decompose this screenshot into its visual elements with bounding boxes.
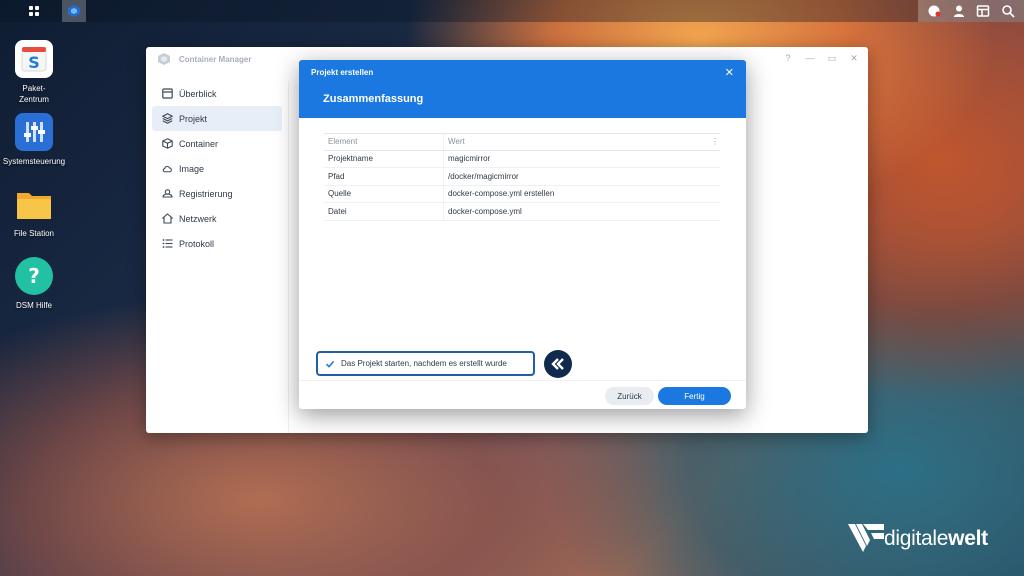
desktop-icon-file-station[interactable]: File Station <box>0 185 70 239</box>
sidebar-item-label: Projekt <box>179 113 208 124</box>
control-panel-icon <box>15 113 53 151</box>
widgets-icon[interactable] <box>975 3 991 19</box>
start-project-checkbox[interactable]: Das Projekt starten, nachdem es erstellt… <box>316 351 535 376</box>
sidebar-item-label: Protokoll <box>179 238 215 249</box>
notification-icon[interactable] <box>926 3 942 19</box>
sidebar-item-registry[interactable]: Registrierung <box>152 181 282 206</box>
dialog-heading: Zusammenfassung <box>323 93 424 105</box>
table-row[interactable]: Datei docker-compose.yml <box>324 203 720 221</box>
search-icon[interactable] <box>1000 3 1016 19</box>
back-button[interactable]: Zurück <box>605 387 654 405</box>
dialog-header: Projekt erstellen ✕ Zusammenfassung <box>299 60 746 118</box>
table-cell: Quelle <box>324 185 444 202</box>
sidebar-item-label: Netzwerk <box>179 213 217 224</box>
sidebar: Überblick Projekt Container Image Regist… <box>146 81 289 433</box>
desktop-icon-package-center[interactable]: S Paket- Zentrum <box>0 40 70 105</box>
svg-text:?: ? <box>28 264 40 288</box>
column-header-value[interactable]: Wert <box>444 134 710 150</box>
container-icon <box>162 138 173 149</box>
svg-text:S: S <box>28 53 40 72</box>
summary-table: Element Wert ⋮ Projektname magicmirror P… <box>324 133 720 221</box>
file-station-icon <box>15 185 53 223</box>
table-cell: docker-compose.yml erstellen <box>448 189 555 199</box>
table-row[interactable]: Quelle docker-compose.yml erstellen <box>324 185 720 203</box>
window-title: Container Manager <box>179 54 252 64</box>
dsm-help-icon: ? <box>15 257 53 295</box>
brand-text-part1: digitale <box>884 527 949 550</box>
table-cell: /docker/magicmirror <box>448 171 519 181</box>
taskbar-tray <box>918 0 1024 22</box>
sidebar-item-overview[interactable]: Überblick <box>152 81 282 106</box>
sidebar-item-network[interactable]: Netzwerk <box>152 206 282 231</box>
dialog-title: Projekt erstellen <box>311 68 374 77</box>
network-icon <box>162 213 173 224</box>
desktop-icon-dsm-help[interactable]: ? DSM Hilfe <box>0 257 70 311</box>
sidebar-item-container[interactable]: Container <box>152 131 282 156</box>
table-cell: Projektname <box>324 150 444 167</box>
brand-text: digitalewelt <box>884 527 988 551</box>
user-icon[interactable] <box>951 3 967 19</box>
maximize-icon[interactable]: ▭ <box>826 52 838 64</box>
main-menu-button[interactable] <box>22 0 46 22</box>
container-manager-icon <box>68 5 80 17</box>
registry-icon <box>162 188 173 199</box>
table-cell: Pfad <box>324 168 444 185</box>
overview-icon <box>162 88 173 99</box>
table-cell: docker-compose.yml <box>448 206 522 216</box>
desktop-icon-label: File Station <box>13 229 55 238</box>
taskbar <box>0 0 1024 22</box>
log-icon <box>162 238 173 249</box>
sidebar-item-image[interactable]: Image <box>152 156 282 181</box>
finish-button[interactable]: Fertig <box>658 387 731 405</box>
brand-text-part2: welt <box>948 527 988 550</box>
table-header-row: Element Wert ⋮ <box>324 133 720 151</box>
sidebar-item-label: Überblick <box>179 88 217 99</box>
sidebar-item-label: Image <box>179 163 205 174</box>
project-icon <box>162 113 173 124</box>
desktop-icon-label: DSM Hilfe <box>15 301 52 310</box>
sidebar-item-label: Container <box>179 138 219 149</box>
sidebar-item-project[interactable]: Projekt <box>152 106 282 131</box>
window-controls: ? — ▭ ✕ <box>782 52 860 64</box>
desktop-icon-label: Paket- Zentrum <box>19 84 49 104</box>
double-chevron-left-icon <box>544 350 572 378</box>
table-row[interactable]: Pfad /docker/magicmirror <box>324 168 720 186</box>
checkmark-icon <box>324 358 335 369</box>
create-project-dialog: Projekt erstellen ✕ Zusammenfassung Elem… <box>299 60 746 409</box>
table-cell: Datei <box>324 203 444 220</box>
sidebar-item-log[interactable]: Protokoll <box>152 231 282 256</box>
container-manager-icon <box>158 53 170 65</box>
dialog-footer: Zurück Fertig <box>299 380 746 409</box>
table-row[interactable]: Projektname magicmirror <box>324 150 720 168</box>
digitalewelt-logo-icon <box>848 524 884 552</box>
sidebar-item-label: Registrierung <box>179 188 233 199</box>
help-icon[interactable]: ? <box>782 52 794 64</box>
close-icon[interactable]: ✕ <box>848 52 860 64</box>
table-cell: magicmirror <box>448 154 491 164</box>
checkbox-label: Das Projekt starten, nachdem es erstellt… <box>341 359 507 368</box>
column-menu-icon[interactable]: ⋮ <box>710 134 720 150</box>
column-header-element[interactable]: Element <box>324 134 444 150</box>
desktop-icon-control-panel[interactable]: Systemsteuerung <box>0 113 70 167</box>
cloud-icon <box>162 163 173 174</box>
close-icon[interactable]: ✕ <box>725 66 734 79</box>
taskbar-container-manager[interactable] <box>62 0 86 22</box>
desktop-icon-label: Systemsteuerung <box>2 157 66 166</box>
grid-icon <box>29 6 39 16</box>
package-center-icon: S <box>15 40 53 78</box>
brand-watermark: digitalewelt <box>848 524 988 554</box>
minimize-icon[interactable]: — <box>804 52 816 64</box>
